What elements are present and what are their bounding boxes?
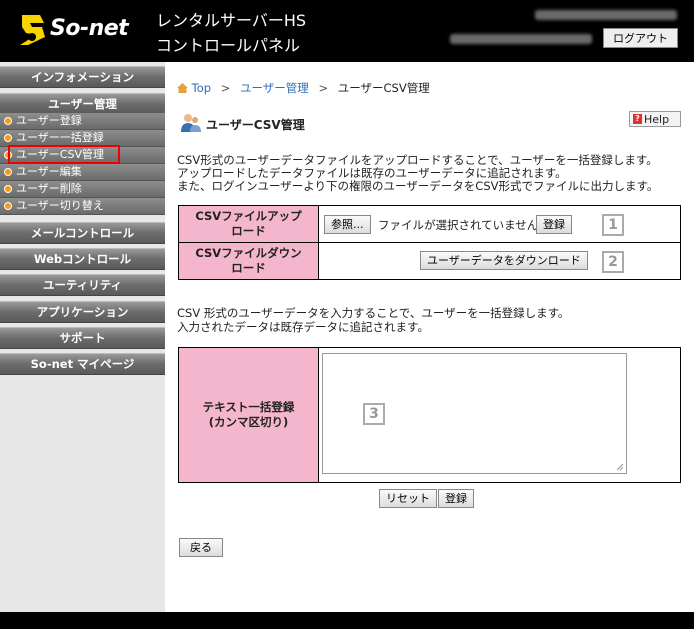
description-line: アップロードしたデータファイルは既存のユーザーデータに追記されます。 <box>177 166 567 180</box>
sidebar-subitem-label: ユーザー一括登録 <box>16 131 104 144</box>
breadcrumb-separator-icon: > <box>220 81 231 95</box>
reset-button[interactable]: リセット <box>379 489 437 508</box>
sidebar-subitem-user-switch[interactable]: ユーザー切り替え <box>0 198 165 215</box>
sidebar-subitem-label: ユーザー編集 <box>16 165 82 178</box>
sidebar-subitem-label: ユーザー切り替え <box>16 199 104 212</box>
sidebar-subitem-label: ユーザー削除 <box>16 182 82 195</box>
csv-upload-label-line1: CSVファイルアップ <box>195 209 302 223</box>
breadcrumb-user-management-link[interactable]: ユーザー管理 <box>240 81 309 95</box>
description-line: また、ログインユーザーより下の権限のユーザーデータをCSV形式でファイルに出力し… <box>177 179 659 193</box>
csv-upload-label: CSVファイルアップ ロード <box>178 205 319 243</box>
sidebar-item-user-management[interactable]: ユーザー管理 <box>0 93 165 115</box>
help-button[interactable]: ? Help <box>629 111 681 127</box>
sidebar-subitem-label: ユーザー登録 <box>16 114 82 127</box>
bullet-icon <box>4 134 12 142</box>
download-user-data-button[interactable]: ユーザーデータをダウンロード <box>420 251 588 270</box>
csv-download-label: CSVファイルダウン ロード <box>178 242 319 280</box>
sidebar-item-information[interactable]: インフォメーション <box>0 66 165 88</box>
bullet-icon <box>4 202 12 210</box>
breadcrumb-separator-icon: > <box>318 81 329 95</box>
sidebar-item-web-control[interactable]: Webコントロール <box>0 248 165 270</box>
text-register-label-line2: (カンマ区切り) <box>208 415 289 429</box>
sidebar-item-applications[interactable]: アプリケーション <box>0 301 165 323</box>
redacted-server-info <box>450 34 592 44</box>
csv-download-label-line2: ロード <box>231 261 266 275</box>
annotation-badge: 3 <box>363 403 385 425</box>
sidebar-item-mypage[interactable]: So-net マイページ <box>0 353 165 375</box>
home-icon <box>177 82 188 93</box>
logout-button[interactable]: ログアウト <box>603 28 678 48</box>
bullet-icon <box>4 185 12 193</box>
back-button[interactable]: 戻る <box>179 538 223 557</box>
csv-download-row: CSVファイルダウン ロード ユーザーデータをダウンロード 2 <box>178 242 681 280</box>
sidebar-subitem-user-delete[interactable]: ユーザー削除 <box>0 181 165 198</box>
annotation-badge: 2 <box>602 251 624 273</box>
browse-button[interactable]: 参照... <box>324 215 371 234</box>
sidebar-item-mail-control[interactable]: メールコントロール <box>0 222 165 244</box>
users-icon <box>181 114 201 132</box>
csv-download-cell: ユーザーデータをダウンロード 2 <box>318 242 681 280</box>
text-description-line: CSV 形式のユーザーデータを入力することで、ユーザーを一括登録します。 <box>177 306 570 320</box>
sidebar-subitem-user-register[interactable]: ユーザー登録 <box>0 113 165 130</box>
sidebar-item-utility[interactable]: ユーティリティ <box>0 274 165 296</box>
csv-upload-cell: 参照... ファイルが選択されていません。 登録 1 <box>318 205 681 243</box>
text-description-line: 入力されたデータは既存データに追記されます。 <box>177 320 429 334</box>
text-register-label-line1: テキスト一括登録 <box>202 400 295 414</box>
resize-handle-icon[interactable] <box>616 463 624 471</box>
help-label: Help <box>644 113 670 126</box>
no-file-selected-text: ファイルが選択されていません。 <box>378 218 550 232</box>
so-net-logo-icon <box>20 15 45 45</box>
header-bar: So-net レンタルサーバーHS コントロールパネル ログアウト <box>0 0 694 62</box>
redacted-account-info <box>535 10 677 20</box>
text-register-label: テキスト一括登録 (カンマ区切り) <box>178 347 319 483</box>
upload-register-button[interactable]: 登録 <box>536 215 572 234</box>
csv-table: CSVファイルアップ ロード 参照... ファイルが選択されていません。 登録 … <box>178 205 681 280</box>
csv-download-label-line1: CSVファイルダウン <box>195 246 302 260</box>
text-register-button[interactable]: 登録 <box>438 489 474 508</box>
breadcrumb: Top > ユーザー管理 > ユーザーCSV管理 <box>177 80 430 96</box>
csv-upload-row: CSVファイルアップ ロード 参照... ファイルが選択されていません。 登録 … <box>178 205 681 243</box>
question-icon: ? <box>633 114 642 124</box>
bullet-icon <box>4 117 12 125</box>
app-title-line1: レンタルサーバーHS <box>156 11 307 30</box>
app-title-line2: コントロールパネル <box>156 36 301 55</box>
description-line: CSV形式のユーザーデータファイルをアップロードすることで、ユーザーを一括登録し… <box>177 153 658 167</box>
brand-name: So-net <box>50 16 129 41</box>
breadcrumb-current: ユーザーCSV管理 <box>337 81 430 95</box>
sidebar-item-support[interactable]: サポート <box>0 327 165 349</box>
current-item-highlight <box>8 145 120 164</box>
csv-upload-label-line2: ロード <box>231 224 266 238</box>
bullet-icon <box>4 168 12 176</box>
annotation-badge: 1 <box>602 214 624 236</box>
sidebar-subitem-user-edit[interactable]: ユーザー編集 <box>0 164 165 181</box>
page-title-text: ユーザーCSV管理 <box>206 118 305 132</box>
so-net-logo[interactable]: So-net <box>18 10 146 50</box>
breadcrumb-top-link[interactable]: Top <box>192 81 211 95</box>
footer-bar <box>0 612 694 629</box>
